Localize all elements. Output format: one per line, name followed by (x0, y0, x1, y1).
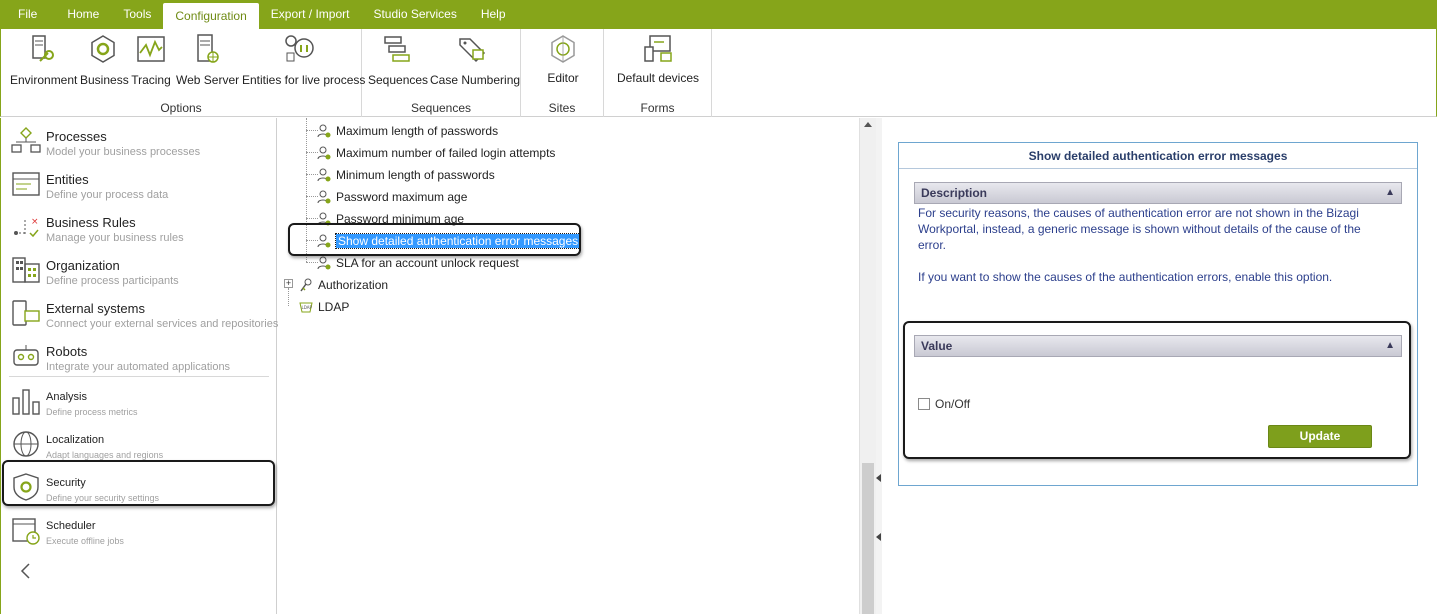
ribbon-group-sites: Editor Sites (521, 29, 604, 117)
menu-home[interactable]: Home (55, 0, 111, 29)
on-off-label: On/Off (935, 397, 971, 411)
sidebar-item-organization[interactable]: Organization Define process participants (1, 249, 277, 292)
tree-node-selected[interactable]: Show detailed authentication error messa… (316, 230, 582, 250)
web-server-button[interactable]: Web Server (176, 33, 239, 87)
sidebar-item-scheduler[interactable]: Scheduler Execute offline jobs (1, 509, 277, 552)
collapse-left-icon[interactable] (876, 533, 881, 541)
sequences-button[interactable]: Sequences (368, 33, 428, 87)
external-systems-icon (12, 300, 40, 326)
robots-icon (13, 345, 39, 366)
forms-group-label: Forms (640, 101, 675, 115)
menu-file[interactable]: File (0, 0, 55, 29)
processes-icon (11, 127, 41, 153)
user-setting-icon (317, 168, 331, 182)
business-rules-icon: × (14, 217, 39, 238)
tracing-icon (137, 36, 165, 62)
sites-group-label: Sites (548, 101, 576, 115)
authorization-icon (300, 278, 312, 292)
sidebar-item-security[interactable]: Security Define your security settings (1, 466, 277, 509)
tracing-button[interactable]: Tracing (130, 33, 172, 87)
sidebar-item-localization[interactable]: Localization Adapt languages and regions (1, 423, 277, 466)
scroll-thumb[interactable] (862, 463, 874, 614)
user-setting-icon (317, 124, 331, 138)
user-setting-icon (317, 146, 331, 160)
live-entities-icon (285, 35, 314, 62)
entities-icon (12, 172, 40, 196)
expand-authorization-toggle[interactable]: + (284, 279, 293, 288)
ribbon: Environment Business Tracing Web Server … (0, 29, 1437, 117)
collapse-left-icon[interactable] (876, 474, 881, 482)
menu-bar: File Home Tools Configuration Export / I… (0, 0, 1437, 29)
user-setting-icon (317, 190, 331, 204)
collapse-up-icon[interactable]: ▲ (1385, 183, 1395, 203)
sidebar-item-robots[interactable]: Robots Integrate your automated applicat… (1, 335, 277, 378)
on-off-checkbox[interactable] (918, 398, 930, 410)
analysis-icon (12, 389, 40, 415)
chevron-left-icon[interactable] (19, 562, 33, 580)
sidebar-item-analysis[interactable]: Analysis Define process metrics (1, 380, 277, 423)
tree-node[interactable]: SLA for an account unlock request (316, 252, 519, 272)
user-setting-icon (317, 212, 331, 226)
tree-node[interactable]: Maximum length of passwords (316, 120, 498, 140)
organization-icon (12, 257, 40, 283)
property-title: Show detailed authentication error messa… (899, 143, 1417, 169)
user-setting-icon (317, 256, 331, 270)
sequences-group-label: Sequences (410, 101, 472, 115)
settings-tree: Maximum length of passwords Maximum numb… (278, 118, 876, 614)
menu-export-import[interactable]: Export / Import (259, 0, 362, 29)
tree-scrollbar[interactable] (859, 118, 876, 614)
ldap-icon: LDAP (299, 302, 313, 313)
menu-studio-services[interactable]: Studio Services (361, 0, 468, 29)
scroll-up-icon[interactable] (864, 122, 872, 127)
sidebar: Processes Model your business processes … (0, 118, 278, 614)
security-icon (13, 473, 39, 501)
environment-icon (32, 35, 54, 62)
options-group-label: Options (160, 101, 202, 115)
case-numbering-icon (459, 38, 486, 63)
environment-button[interactable]: Environment (10, 33, 77, 87)
tree-node[interactable]: Minimum length of passwords (316, 164, 495, 184)
sidebar-divider (9, 376, 269, 377)
sidebar-item-entities[interactable]: Entities Define your process data (1, 163, 277, 206)
svg-text:LDAP: LDAP (302, 305, 313, 310)
svg-text:×: × (31, 217, 39, 227)
default-devices-icon (644, 35, 672, 62)
properties-area: Show detailed authentication error messa… (882, 118, 1437, 614)
case-numbering-button[interactable]: Case Numbering (430, 33, 520, 87)
tree-node-authorization[interactable]: Authorization (298, 274, 388, 294)
localization-icon (13, 431, 39, 457)
sidebar-item-business-rules[interactable]: × Business Rules Manage your business ru… (1, 206, 277, 249)
editor-button[interactable]: Editor (531, 33, 595, 85)
sidebar-item-processes[interactable]: Processes Model your business processes (1, 120, 277, 163)
sidebar-item-external-systems[interactable]: External systems Connect your external s… (1, 292, 278, 335)
menu-help[interactable]: Help (469, 0, 518, 29)
ribbon-group-sequences: Sequences Case Numbering Sequences (362, 29, 521, 117)
user-setting-icon (317, 234, 331, 248)
tree-node[interactable]: Password maximum age (316, 186, 467, 206)
scheduler-icon (12, 518, 40, 545)
tree-node-ldap[interactable]: LDAP LDAP (298, 296, 349, 316)
value-section-header[interactable]: Value ▲ (914, 335, 1402, 357)
collapse-up-icon[interactable]: ▲ (1385, 336, 1395, 356)
property-panel: Show detailed authentication error messa… (898, 142, 1418, 486)
business-icon (91, 35, 115, 63)
description-text: For security reasons, the causes of auth… (918, 206, 1361, 284)
ribbon-group-forms: Default devices Forms (604, 29, 712, 117)
sequences-icon (384, 36, 410, 62)
default-devices-button[interactable]: Default devices (612, 33, 704, 85)
editor-icon (551, 35, 575, 63)
tree-node[interactable]: Password minimum age (316, 208, 464, 228)
web-server-icon (197, 34, 219, 63)
entities-for-live-process-button[interactable]: Entities for live process (242, 33, 365, 87)
description-section-header[interactable]: Description ▲ (914, 182, 1402, 204)
ribbon-group-options: Environment Business Tracing Web Server … (1, 29, 365, 117)
tree-node[interactable]: Maximum number of failed login attempts (316, 142, 555, 162)
menu-tools[interactable]: Tools (111, 0, 163, 29)
business-button[interactable]: Business (80, 33, 129, 87)
update-button[interactable]: Update (1268, 425, 1372, 448)
menu-configuration[interactable]: Configuration (163, 3, 259, 29)
